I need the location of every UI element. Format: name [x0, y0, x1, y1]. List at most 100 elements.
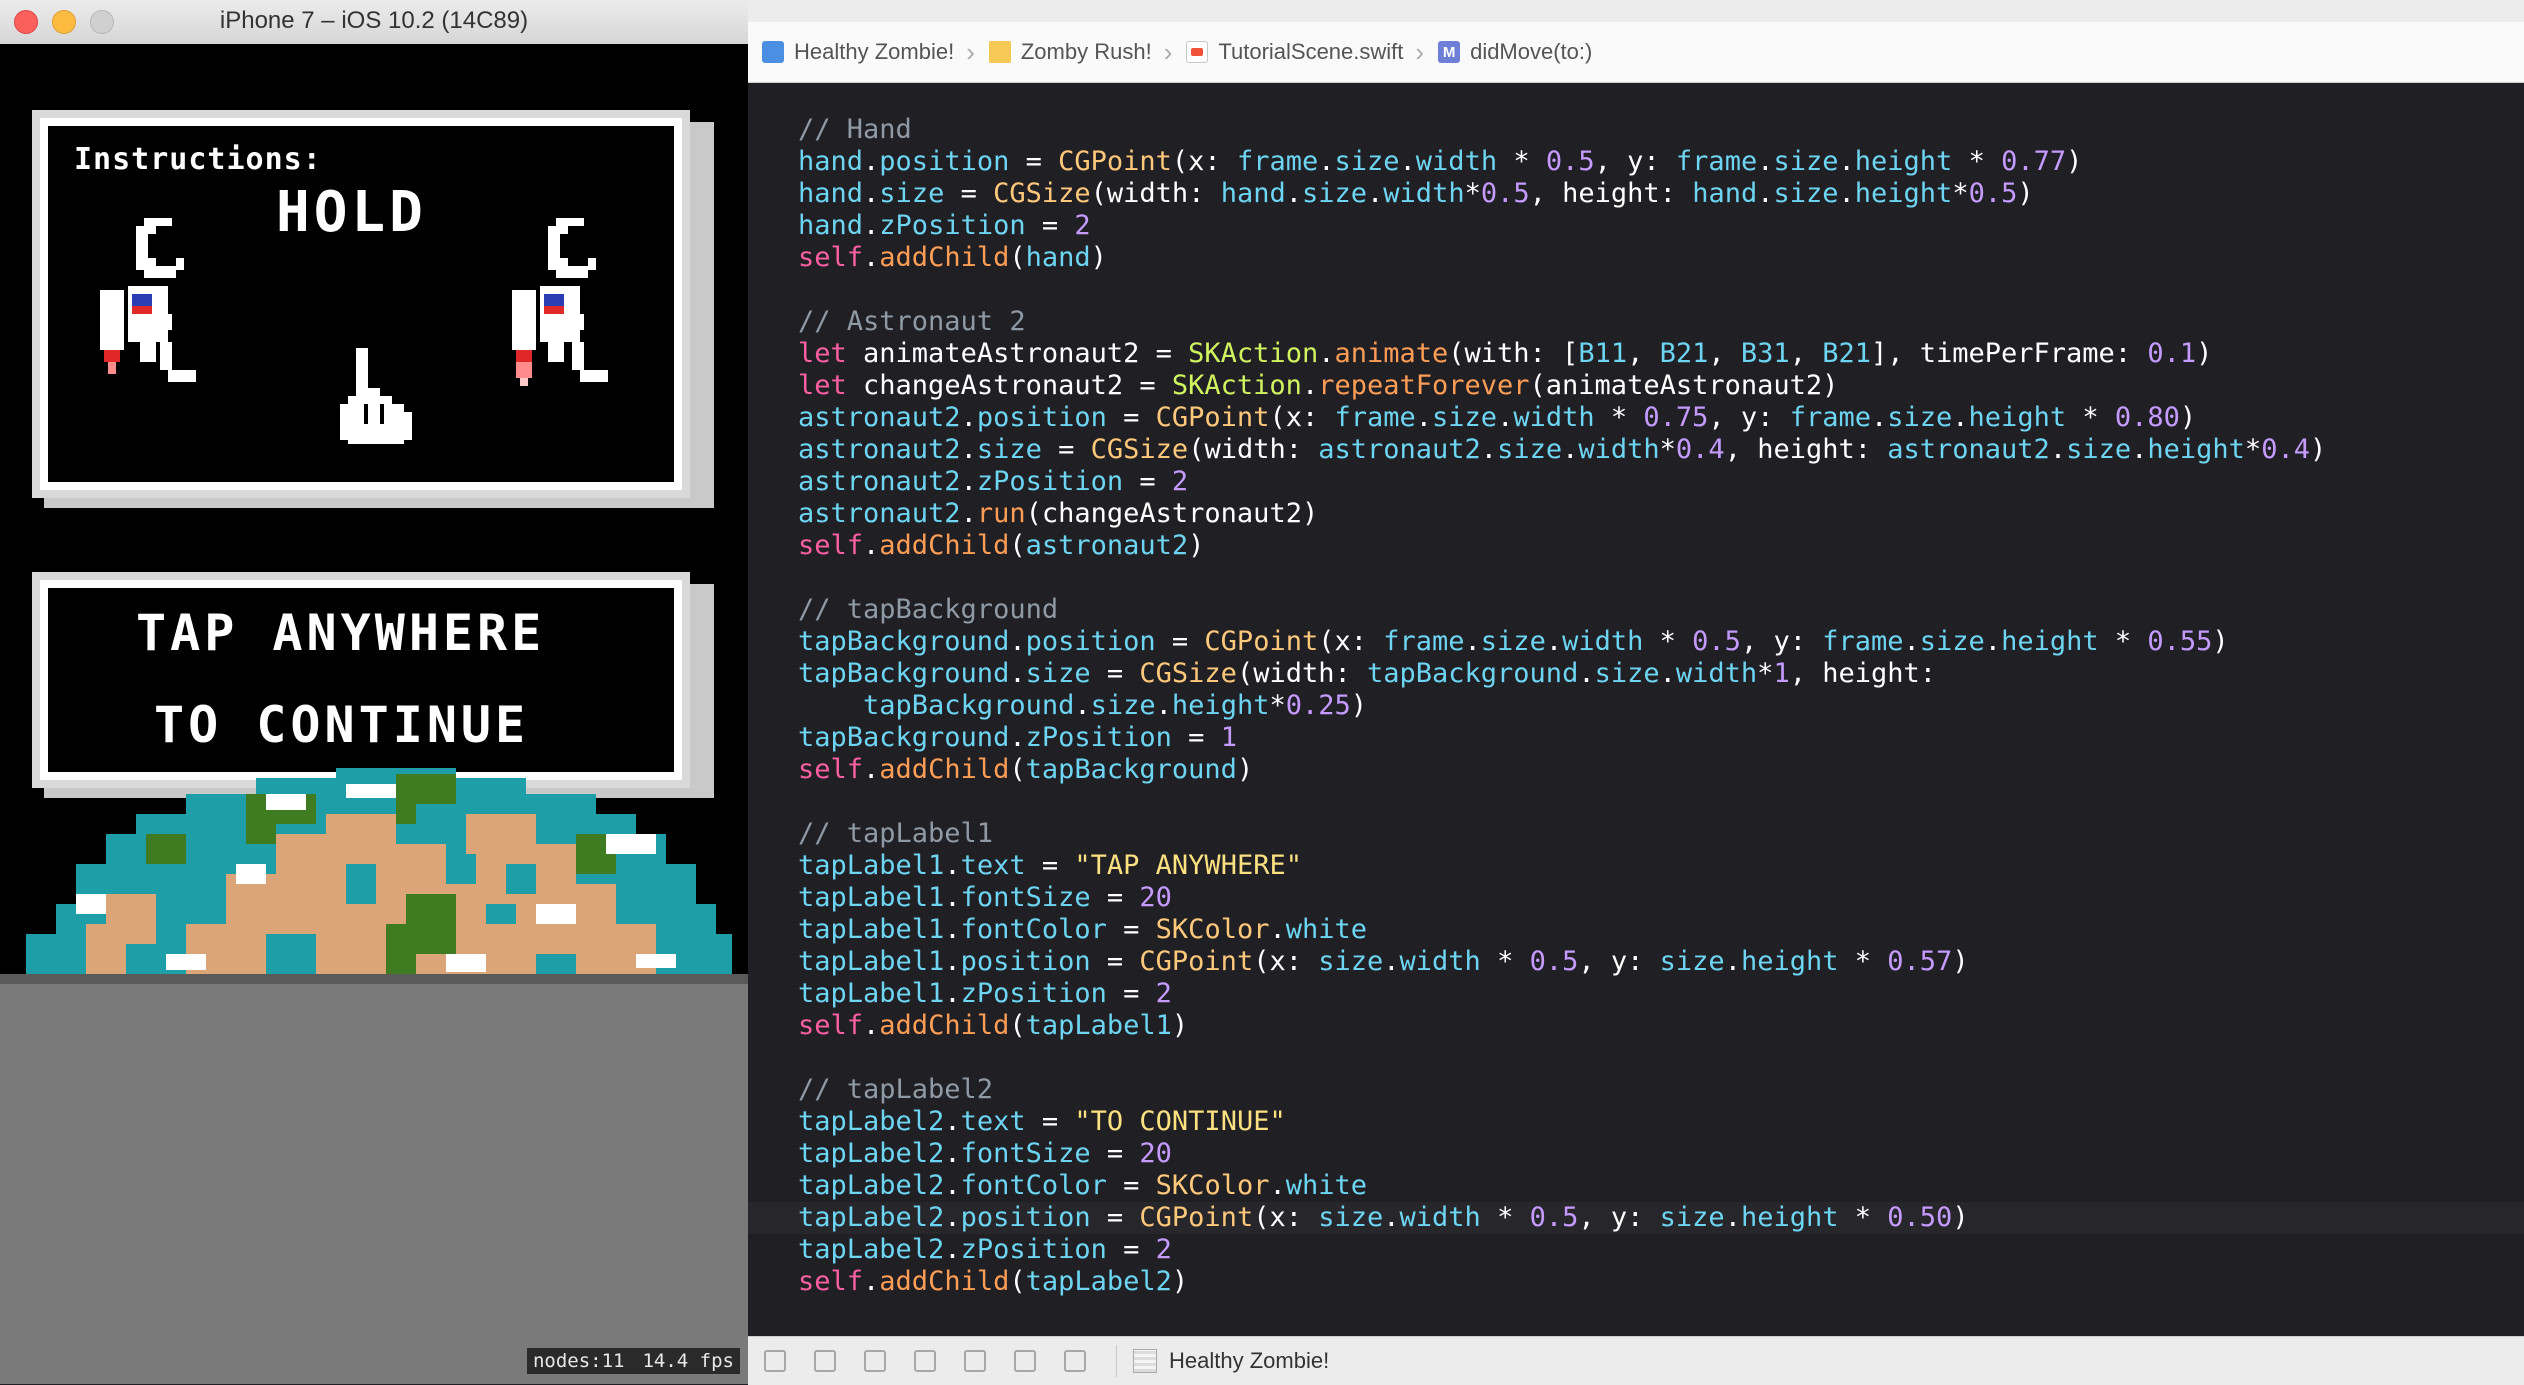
code-line[interactable]: tapBackground.size = CGSize(width: tapBa… — [798, 658, 2524, 690]
memory-graph-icon[interactable] — [1014, 1350, 1036, 1372]
code-line[interactable]: tapLabel1.text = "TAP ANYWHERE" — [798, 850, 2524, 882]
continue-icon[interactable] — [814, 1350, 836, 1372]
code-line[interactable]: // tapBackground — [798, 594, 2524, 626]
code-line[interactable]: tapLabel1.zPosition = 2 — [798, 978, 2524, 1010]
code-token-prop: hand — [1220, 178, 1286, 209]
code-token-plain: . — [1318, 146, 1335, 177]
code-token-plain: = — [1106, 914, 1156, 945]
code-line[interactable]: self.addChild(astronaut2) — [798, 530, 2524, 562]
breadcrumb-group[interactable]: Zomby Rush! › — [988, 37, 1172, 68]
code-token-prop: frame — [1675, 146, 1758, 177]
code-token-prop: height — [1854, 146, 1953, 177]
code-line[interactable]: hand.size = CGSize(width: hand.size.widt… — [798, 178, 2524, 210]
code-token-prop: size — [1334, 146, 1400, 177]
step-into-icon[interactable] — [914, 1350, 936, 1372]
code-line[interactable] — [798, 786, 2524, 818]
toggle-debug-area-icon[interactable] — [764, 1350, 786, 1372]
source-code-editor[interactable]: // Hand hand.position = CGPoint(x: frame.… — [748, 84, 2524, 1336]
code-token-func: addChild — [879, 754, 1010, 785]
code-token-plain: ( — [1009, 242, 1026, 273]
code-token-plain: (changeAstronaut2) — [1025, 498, 1319, 529]
code-line[interactable]: self.addChild(tapLabel1) — [798, 1010, 2524, 1042]
code-line[interactable]: tapBackground.position = CGPoint(x: fram… — [798, 626, 2524, 658]
chevron-right-icon: › — [966, 36, 975, 67]
code-token-prop: size — [1480, 626, 1546, 657]
code-token-plain: * — [1643, 626, 1693, 657]
code-line[interactable] — [798, 562, 2524, 594]
code-token-prop: tapLabel2 — [798, 1202, 945, 1233]
breadcrumb-method[interactable]: M didMove(to:) — [1438, 39, 1592, 65]
code-token-prop: fontSize — [960, 882, 1091, 913]
code-line[interactable]: // tapLabel1 — [798, 818, 2524, 850]
code-token-type: CGPoint — [1204, 626, 1319, 657]
code-token-plain: . — [1415, 402, 1433, 433]
simulator-empty-area: nodes:11 14.4 fps — [0, 974, 748, 1384]
code-line[interactable]: self.addChild(hand) — [798, 242, 2524, 274]
view-hierarchy-icon[interactable] — [964, 1350, 986, 1372]
code-line[interactable]: tapBackground.zPosition = 1 — [798, 722, 2524, 754]
hold-label: HOLD — [276, 180, 427, 245]
code-token-prop: size — [1432, 402, 1498, 433]
code-line[interactable]: astronaut2.run(changeAstronaut2) — [798, 498, 2524, 530]
code-line[interactable]: tapLabel1.fontColor = SKColor.white — [798, 914, 2524, 946]
code-token-plain: . — [960, 434, 977, 465]
code-token-plain: . — [944, 978, 961, 1009]
code-line[interactable]: tapLabel2.fontSize = 20 — [798, 1138, 2524, 1170]
code-token-prop: astronaut2 — [798, 498, 961, 529]
code-token-plain: = — [1171, 722, 1221, 753]
code-token-plain: (width: — [1188, 434, 1319, 465]
code-line[interactable]: // Hand — [798, 114, 2524, 146]
code-token-num: 0.5 — [1692, 626, 1741, 657]
code-token-num: 2 — [1155, 1234, 1172, 1265]
code-token-prop: astronaut2 — [1887, 434, 2050, 465]
code-line[interactable]: tapLabel2.text = "TO CONTINUE" — [798, 1106, 2524, 1138]
code-line[interactable]: hand.position = CGPoint(x: frame.size.wi… — [798, 146, 2524, 178]
breadcrumb-file[interactable]: TutorialScene.swift › — [1186, 37, 1424, 68]
code-token-plain: . — [863, 210, 880, 241]
code-line[interactable]: astronaut2.size = CGSize(width: astronau… — [798, 434, 2524, 466]
code-line[interactable]: hand.zPosition = 2 — [798, 210, 2524, 242]
code-token-prop: zPosition — [960, 978, 1107, 1009]
code-token-plain: , — [1708, 338, 1741, 369]
code-line[interactable]: tapBackground.size.height*0.25) — [798, 690, 2524, 722]
code-token-prop: height — [2001, 626, 2099, 657]
breadcrumb-project[interactable]: Healthy Zombie! › — [762, 37, 975, 68]
code-line[interactable]: tapLabel2.zPosition = 2 — [798, 1234, 2524, 1266]
code-line[interactable] — [798, 274, 2524, 306]
code-token-prop: height — [1854, 178, 1953, 209]
code-line[interactable]: astronaut2.zPosition = 2 — [798, 466, 2524, 498]
code-token-plain: ) — [2179, 402, 2197, 433]
code-token-prop: frame — [1822, 626, 1904, 657]
code-line[interactable]: tapLabel1.position = CGPoint(x: size.wid… — [798, 946, 2524, 978]
code-line[interactable]: tapLabel2.fontColor = SKColor.white — [798, 1170, 2524, 1202]
code-token-prop: zPosition — [960, 1234, 1107, 1265]
code-line[interactable]: tapLabel2.position = CGPoint(x: size.wid… — [748, 1202, 2524, 1234]
code-line[interactable]: self.addChild(tapBackground) — [798, 754, 2524, 786]
code-token-plain: ) — [2066, 146, 2083, 177]
code-token-plain: . — [944, 1170, 961, 1201]
code-line[interactable]: // Astronaut 2 — [798, 306, 2524, 338]
debug-target[interactable]: Healthy Zombie! — [1116, 1345, 1329, 1377]
code-token-type: CGSize — [1139, 658, 1237, 689]
code-token-kw: self — [798, 754, 864, 785]
code-token-plain: . — [1562, 434, 1579, 465]
code-line[interactable] — [798, 1042, 2524, 1074]
code-token-plain: (animateAstronaut2) — [1529, 370, 1839, 401]
step-over-icon[interactable] — [864, 1350, 886, 1372]
code-line[interactable]: // tapLabel2 — [798, 1074, 2524, 1106]
code-line[interactable]: let animateAstronaut2 = SKAction.animate… — [798, 338, 2524, 370]
location-arrow-icon[interactable] — [1064, 1350, 1086, 1372]
code-line[interactable]: astronaut2.position = CGPoint(x: frame.s… — [798, 402, 2524, 434]
code-token-plain: * — [1594, 402, 1644, 433]
code-text[interactable]: // Hand hand.position = CGPoint(x: frame.… — [748, 114, 2524, 1298]
code-line[interactable]: self.addChild(tapLabel2) — [798, 1266, 2524, 1298]
code-token-plain: = — [1025, 1106, 1075, 1137]
code-line[interactable]: tapLabel1.fontSize = 20 — [798, 882, 2524, 914]
code-token-prop: size — [1090, 690, 1156, 721]
code-token-plain: . — [1367, 178, 1384, 209]
code-token-num: 0.50 — [1887, 1202, 1953, 1233]
code-line[interactable]: let changeAstronaut2 = SKAction.repeatFo… — [798, 370, 2524, 402]
game-scene[interactable]: Instructions: HOLD TAP ANYWHERE TO CONTI… — [0, 44, 748, 974]
code-token-prop: width — [1415, 146, 1498, 177]
